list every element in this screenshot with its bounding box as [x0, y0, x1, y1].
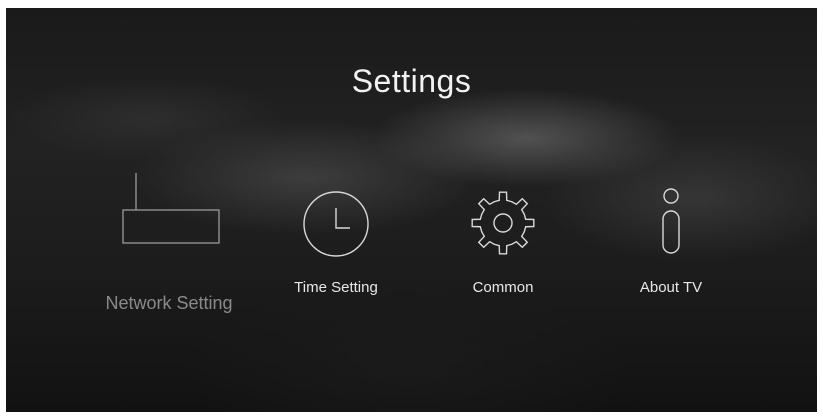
- info-icon: [662, 188, 680, 254]
- menu-item-label: About TV: [639, 279, 703, 296]
- menu-item-time-setting[interactable]: Time Setting: [276, 178, 396, 298]
- tv-settings-screen: Settings Network Setting Time Setting Co…: [6, 8, 817, 412]
- menu-item-common[interactable]: Common: [443, 178, 563, 298]
- menu-item-label: Time Setting: [294, 279, 378, 296]
- clock-icon: [303, 191, 369, 257]
- page-title: Settings: [351, 63, 472, 99]
- menu-item-label: Network Setting: [105, 293, 233, 313]
- menu-item-network-setting[interactable]: Network Setting: [86, 168, 256, 318]
- router-icon: [122, 173, 220, 244]
- menu-item-label: Common: [472, 279, 534, 296]
- gear-icon: [471, 191, 535, 255]
- menu-item-about-tv[interactable]: About TV: [611, 178, 731, 298]
